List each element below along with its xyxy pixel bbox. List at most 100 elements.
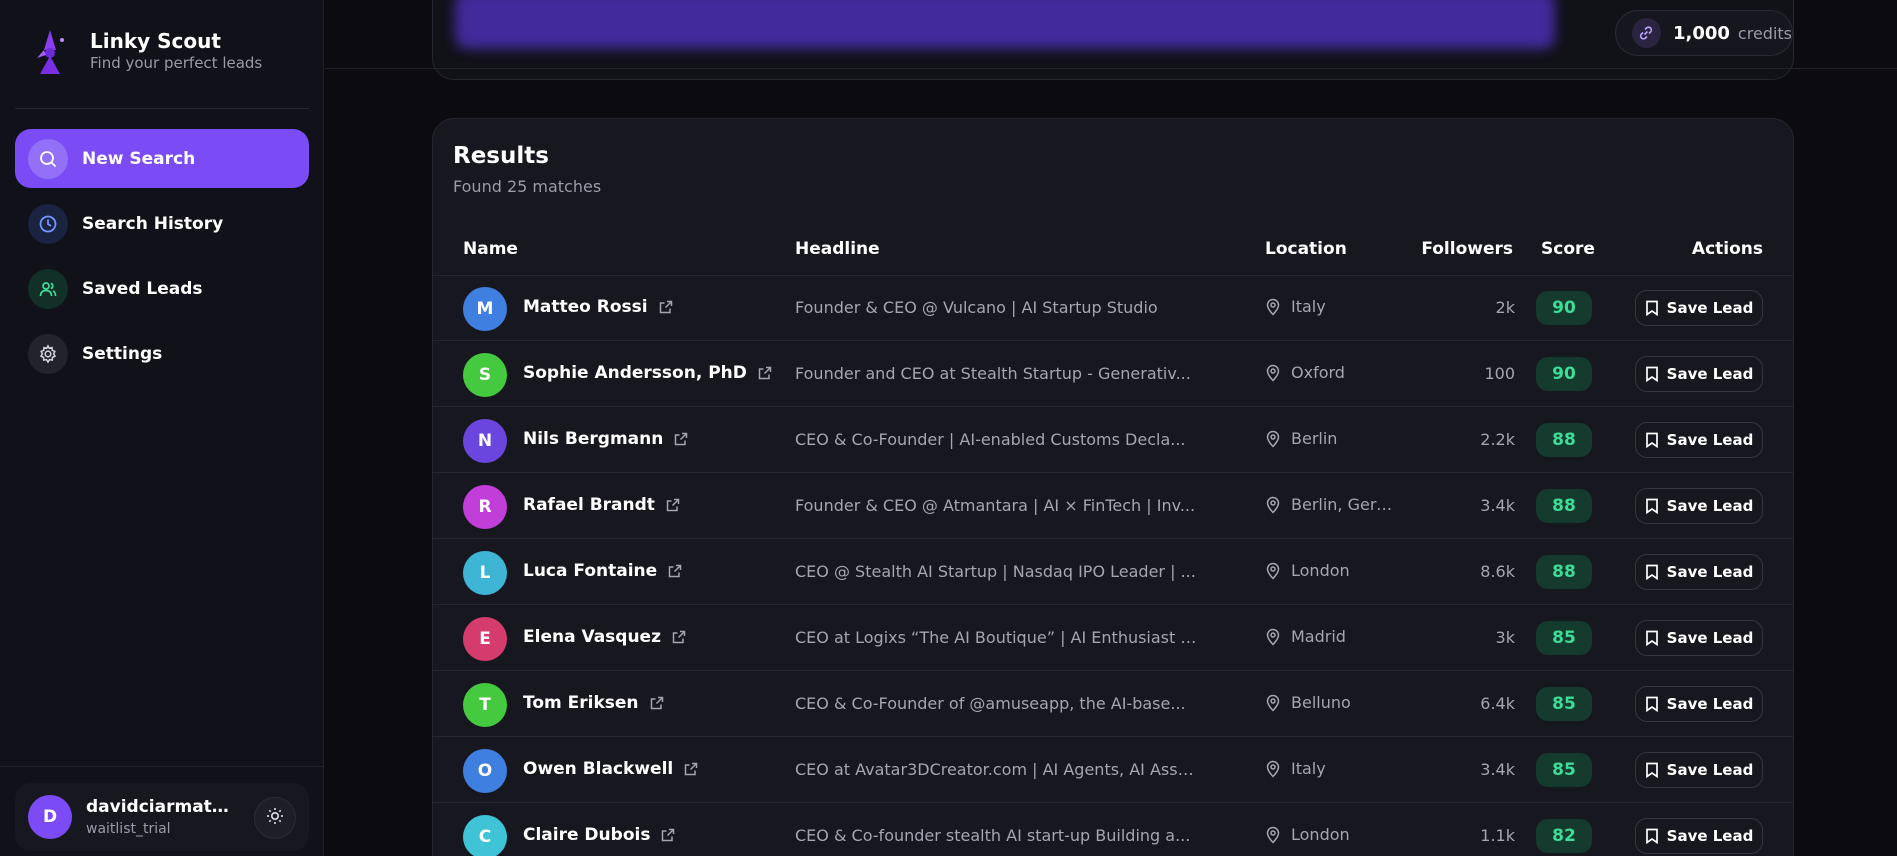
score-badge: 82 [1536,819,1592,853]
external-link-icon[interactable] [665,497,681,513]
brand[interactable]: Linky Scout Find your perfect leads [30,28,262,76]
save-lead-button[interactable]: Save Lead [1635,818,1763,854]
lead-location: London [1265,825,1350,844]
lead-headline: Founder & CEO @ Vulcano | AI Startup Stu… [795,298,1158,317]
external-link-icon[interactable] [667,563,683,579]
lead-location: Italy [1265,297,1326,316]
lead-name-link[interactable]: Nils Bergmann [523,429,689,449]
bookmark-icon [1645,762,1659,778]
search-button[interactable] [455,0,1555,49]
lead-headline: CEO at Logixs “The AI Boutique” | AI Ent… [795,628,1197,647]
map-pin-icon [1265,298,1281,316]
users-icon [28,268,68,309]
external-link-icon[interactable] [649,695,665,711]
lead-followers: 1.1k [1480,826,1515,845]
table-row: T Tom Eriksen CEO & Co-Founder of @amuse… [433,671,1793,737]
save-lead-label: Save Lead [1666,695,1754,713]
save-lead-label: Save Lead [1666,365,1754,383]
avatar: E [463,617,507,661]
external-link-icon[interactable] [683,761,699,777]
sidebar-item-label: Settings [82,343,163,364]
save-lead-button[interactable]: Save Lead [1635,752,1763,788]
sidebar-item-search-history[interactable]: Search History [15,194,309,253]
search-icon [28,138,68,179]
score-badge: 88 [1536,423,1592,457]
save-lead-button[interactable]: Save Lead [1635,620,1763,656]
sidebar-item-saved-leads[interactable]: Saved Leads [15,259,309,318]
lead-name: Sophie Andersson, PhD [523,363,747,383]
brand-subtitle: Find your perfect leads [90,54,263,72]
save-lead-button[interactable]: Save Lead [1635,686,1763,722]
lead-location: Italy [1265,759,1326,778]
map-pin-icon [1265,496,1281,514]
lead-name-link[interactable]: Elena Vasquez [523,627,687,647]
save-lead-label: Save Lead [1666,431,1754,449]
save-lead-label: Save Lead [1666,761,1754,779]
save-lead-button[interactable]: Save Lead [1635,554,1763,590]
sidebar-divider [15,108,309,109]
table-row: R Rafael Brandt Founder & CEO @ Atmantar… [433,473,1793,539]
brand-title: Linky Scout [90,29,221,53]
lead-followers: 3k [1495,628,1515,647]
sidebar-item-settings[interactable]: Settings [15,324,309,383]
lead-name-link[interactable]: Tom Eriksen [523,693,665,713]
save-lead-label: Save Lead [1666,299,1754,317]
lead-name-link[interactable]: Luca Fontaine [523,561,683,581]
lead-followers: 3.4k [1480,496,1515,515]
lead-name-link[interactable]: Matteo Rossi [523,297,674,317]
theme-toggle-button[interactable] [254,797,296,839]
save-lead-button[interactable]: Save Lead [1635,422,1763,458]
lead-followers: 3.4k [1480,760,1515,779]
sun-icon [266,807,284,829]
save-lead-label: Save Lead [1666,497,1754,515]
lead-name-link[interactable]: Claire Dubois [523,825,676,845]
table-row: M Matteo Rossi Founder & CEO @ Vulcano |… [433,275,1793,341]
avatar: T [463,683,507,727]
lead-location: Madrid [1265,627,1346,646]
table-row: L Luca Fontaine CEO @ Stealth AI Startup… [433,539,1793,605]
sidebar: Linky Scout Find your perfect leads New … [0,0,324,856]
avatar: M [463,287,507,331]
lead-headline: CEO @ Stealth AI Startup | Nasdaq IPO Le… [795,562,1196,581]
location-text: Oxford [1291,363,1345,382]
credits-badge[interactable]: 1,000 credits [1615,10,1793,56]
save-lead-label: Save Lead [1666,827,1754,845]
lead-name-link[interactable]: Owen Blackwell [523,759,699,779]
results-count: Found 25 matches [453,177,602,196]
lead-name-link[interactable]: Sophie Andersson, PhD [523,363,773,383]
external-link-icon[interactable] [658,299,674,315]
lead-headline: Founder & CEO @ Atmantara | AI × FinTech… [795,496,1196,515]
bookmark-icon [1645,564,1659,580]
column-header-score: Score [1541,239,1595,259]
sidebar-item-new-search[interactable]: New Search [15,129,309,188]
lead-followers: 100 [1484,364,1515,383]
column-header-headline: Headline [795,239,880,259]
sidebar-nav: New Search Search History Saved Leads Se… [15,129,309,389]
results-title: Results [453,143,549,169]
lead-name: Luca Fontaine [523,561,658,581]
external-link-icon[interactable] [660,827,676,843]
lead-location: London [1265,561,1350,580]
lead-followers: 2k [1495,298,1515,317]
score-badge: 90 [1536,357,1592,391]
external-link-icon[interactable] [757,365,773,381]
lead-followers: 2.2k [1480,430,1515,449]
table-row: O Owen Blackwell CEO at Avatar3DCreator.… [433,737,1793,803]
table-row: E Elena Vasquez CEO at Logixs “The AI Bo… [433,605,1793,671]
map-pin-icon [1265,628,1281,646]
save-lead-button[interactable]: Save Lead [1635,356,1763,392]
map-pin-icon [1265,760,1281,778]
save-lead-button[interactable]: Save Lead [1635,488,1763,524]
avatar: D [28,795,72,839]
bookmark-icon [1645,828,1659,844]
save-lead-button[interactable]: Save Lead [1635,290,1763,326]
bookmark-icon [1645,498,1659,514]
external-link-icon[interactable] [673,431,689,447]
avatar: R [463,485,507,529]
user-card[interactable]: D davidciarmatori... waitlist_trial [15,783,309,851]
bookmark-icon [1645,630,1659,646]
lead-headline: CEO & Co-Founder of @amuseapp, the AI-ba… [795,694,1186,713]
lead-name-link[interactable]: Rafael Brandt [523,495,681,515]
avatar: N [463,419,507,463]
external-link-icon[interactable] [671,629,687,645]
